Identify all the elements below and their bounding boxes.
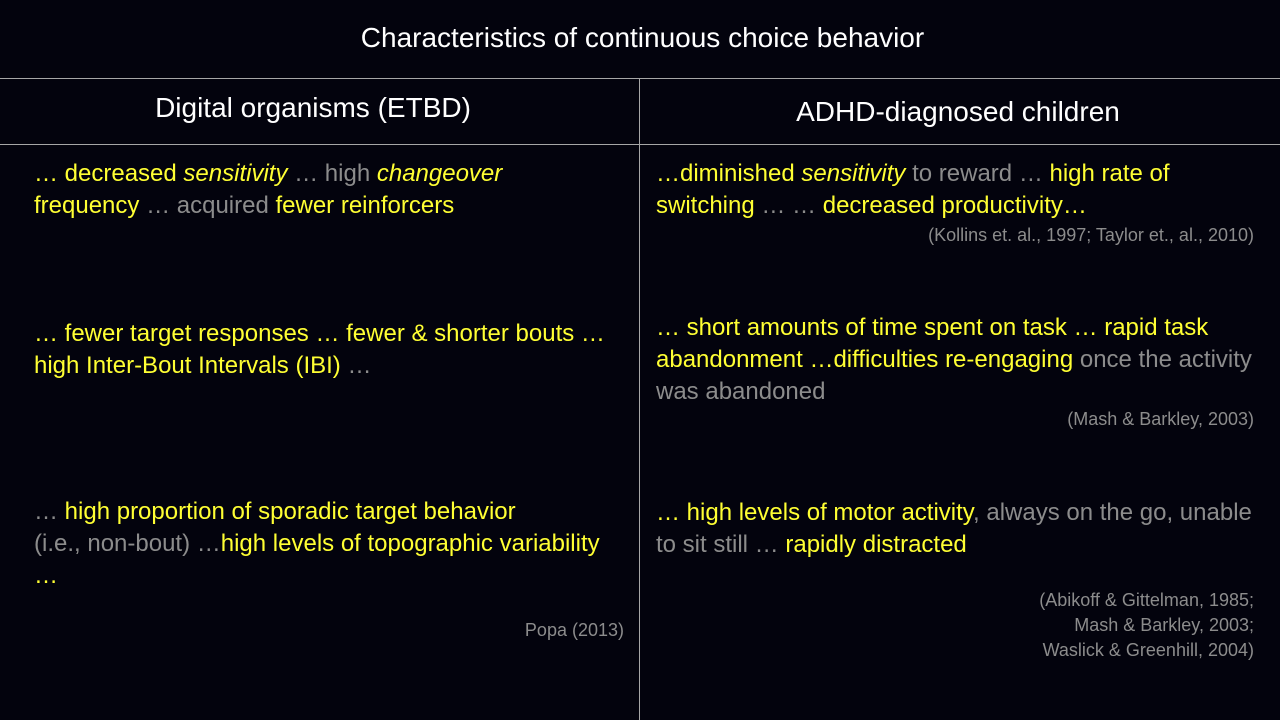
text-span: … high levels of motor activity xyxy=(656,499,974,526)
citation-line: (Abikoff & Gittelman, 1985; xyxy=(1039,590,1254,610)
citation-line: Mash & Barkley, 2003; xyxy=(1074,615,1254,635)
text-span: … high xyxy=(287,160,377,187)
right-citation-3: (Abikoff & Gittelman, 1985; Mash & Barkle… xyxy=(656,588,1254,663)
text-span: … xyxy=(34,498,65,525)
slide-title: Characteristics of continuous choice beh… xyxy=(360,22,925,53)
text-span: to reward … xyxy=(905,160,1050,187)
text-span: …diminished xyxy=(656,160,802,187)
left-finding-1: … decreased sensitivity … high changeove… xyxy=(34,158,614,222)
text-span: high proportion of sporadic target behav… xyxy=(64,498,516,525)
right-citation-2: (Mash & Barkley, 2003) xyxy=(1067,409,1254,429)
text-span: … … xyxy=(754,192,823,219)
text-span: (i.e., non-bout) … xyxy=(34,530,221,557)
text-span: fewer reinforcers xyxy=(275,192,455,219)
left-citation: Popa (2013) xyxy=(524,620,624,640)
column-divider xyxy=(639,78,640,720)
header-divider xyxy=(0,144,1280,145)
text-span: rapidly distracted xyxy=(785,531,967,558)
left-finding-2: … fewer target responses … fewer & short… xyxy=(34,318,614,382)
text-span: … fewer target responses … fewer & short… xyxy=(34,320,605,379)
left-finding-3: … high proportion of sporadic target beh… xyxy=(34,496,614,592)
emphasis-span: changeover xyxy=(376,160,503,187)
left-column-header: Digital organisms (ETBD) xyxy=(155,92,471,123)
right-citation-1: (Kollins et. al., 1997; Taylor et., al.,… xyxy=(928,225,1254,245)
text-span: … acquired xyxy=(139,192,276,219)
right-finding-3: … high levels of motor activity, always … xyxy=(656,497,1256,561)
text-span: frequency xyxy=(34,192,140,219)
text-span: decreased productivity… xyxy=(822,192,1087,219)
slide: Characteristics of continuous choice beh… xyxy=(0,0,1280,720)
citation-line: Waslick & Greenhill, 2004) xyxy=(1042,640,1254,660)
right-finding-1: …diminished sensitivity to reward … high… xyxy=(656,158,1256,222)
right-column-header: ADHD-diagnosed children xyxy=(796,96,1120,127)
emphasis-span: sensitivity xyxy=(801,160,906,187)
right-finding-2: … short amounts of time spent on task … … xyxy=(656,312,1256,408)
emphasis-span: sensitivity xyxy=(183,160,288,187)
text-span: … xyxy=(347,352,372,379)
top-divider xyxy=(0,78,1280,79)
text-span: … decreased xyxy=(34,160,184,187)
